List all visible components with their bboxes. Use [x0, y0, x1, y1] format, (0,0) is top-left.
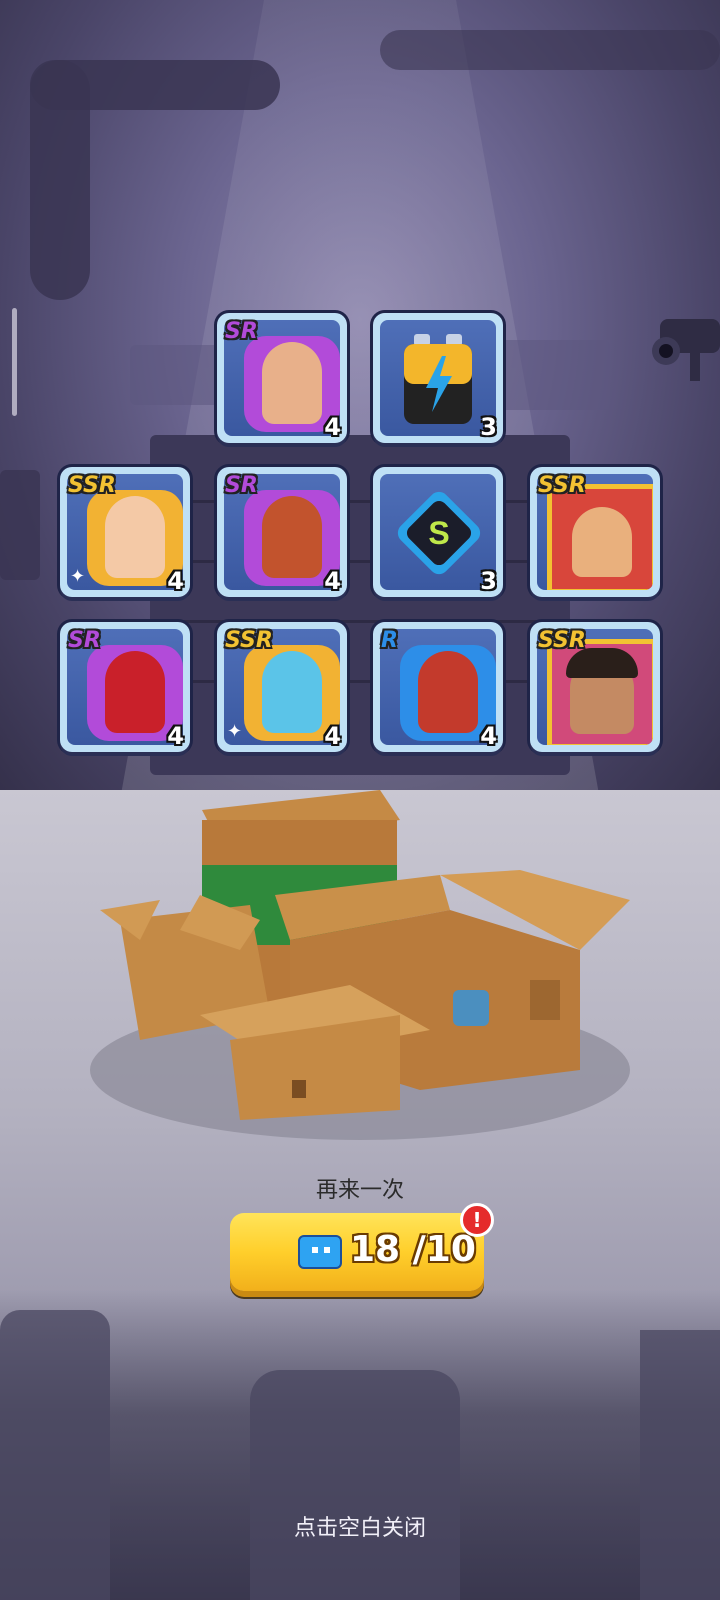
- reward-card[interactable]: SSR: [530, 622, 660, 752]
- scroll-indicator: [12, 308, 17, 416]
- reward-card[interactable]: SR 4: [60, 622, 190, 752]
- reward-count: 4: [167, 722, 184, 750]
- sparkle-icon: ✦: [70, 566, 86, 587]
- pipe-top-right: [380, 30, 720, 70]
- rarity-badge: SR: [225, 473, 258, 498]
- reward-card[interactable]: SR 4: [217, 467, 347, 597]
- play-again-button[interactable]: 18 /10: [230, 1213, 484, 1291]
- rarity-badge: SSR: [225, 628, 273, 653]
- reward-card[interactable]: SSR: [530, 467, 660, 597]
- hero-portrait: [105, 651, 165, 733]
- rarity-badge: SR: [225, 319, 258, 344]
- reward-count: 4: [324, 722, 341, 750]
- reward-card[interactable]: 3: [373, 313, 503, 443]
- hero-portrait: [418, 651, 478, 733]
- reward-card[interactable]: R 4: [373, 622, 503, 752]
- ticket-cost: 18 /10: [350, 1229, 476, 1270]
- silhouette: [0, 1310, 110, 1600]
- reward-card[interactable]: S 3: [373, 467, 503, 597]
- s-token-icon: S: [397, 491, 481, 575]
- shelf-line: [150, 620, 570, 623]
- shelf-line: [150, 500, 570, 503]
- security-camera-icon: [652, 319, 720, 381]
- ticket-icon: [298, 1235, 342, 1269]
- hero-portrait: [262, 342, 322, 424]
- rarity-badge: R: [381, 628, 398, 653]
- wall-block: [0, 470, 40, 580]
- battery-icon: [404, 334, 472, 424]
- hero-portrait: [105, 496, 165, 578]
- reward-count: 4: [324, 567, 341, 595]
- hero-card-frame: [547, 484, 653, 590]
- reward-count: 4: [480, 722, 497, 750]
- reward-count: 3: [480, 567, 497, 595]
- play-again-label: 再来一次: [315, 1178, 404, 1203]
- tap-to-close-hint[interactable]: 点击空白关闭: [0, 1510, 720, 1542]
- shelf: [150, 435, 570, 775]
- shelf-line: [150, 560, 570, 563]
- hero-card-frame: [547, 639, 653, 745]
- alert-badge-icon: !: [460, 1203, 494, 1237]
- reward-count: 4: [324, 413, 341, 441]
- svg-text:S: S: [428, 515, 449, 551]
- reward-card[interactable]: SR 4: [217, 313, 347, 443]
- sparkle-icon: ✦: [227, 721, 243, 742]
- reward-card[interactable]: SSR ✦ 4: [217, 622, 347, 752]
- reward-count: 4: [167, 567, 184, 595]
- reward-count: 3: [480, 413, 497, 441]
- pipe-top: [30, 60, 280, 110]
- rarity-badge: SSR: [538, 628, 586, 653]
- hero-portrait: [262, 651, 322, 733]
- silhouette: [640, 1330, 720, 1600]
- rarity-badge: SSR: [538, 473, 586, 498]
- cardboard-boxes: [100, 790, 630, 1120]
- rarity-badge: SSR: [68, 473, 116, 498]
- silhouette: [250, 1370, 460, 1600]
- hero-portrait: [262, 496, 322, 578]
- reward-card[interactable]: SSR ✦ 4: [60, 467, 190, 597]
- rarity-badge: SR: [68, 628, 101, 653]
- shelf-line: [150, 680, 570, 683]
